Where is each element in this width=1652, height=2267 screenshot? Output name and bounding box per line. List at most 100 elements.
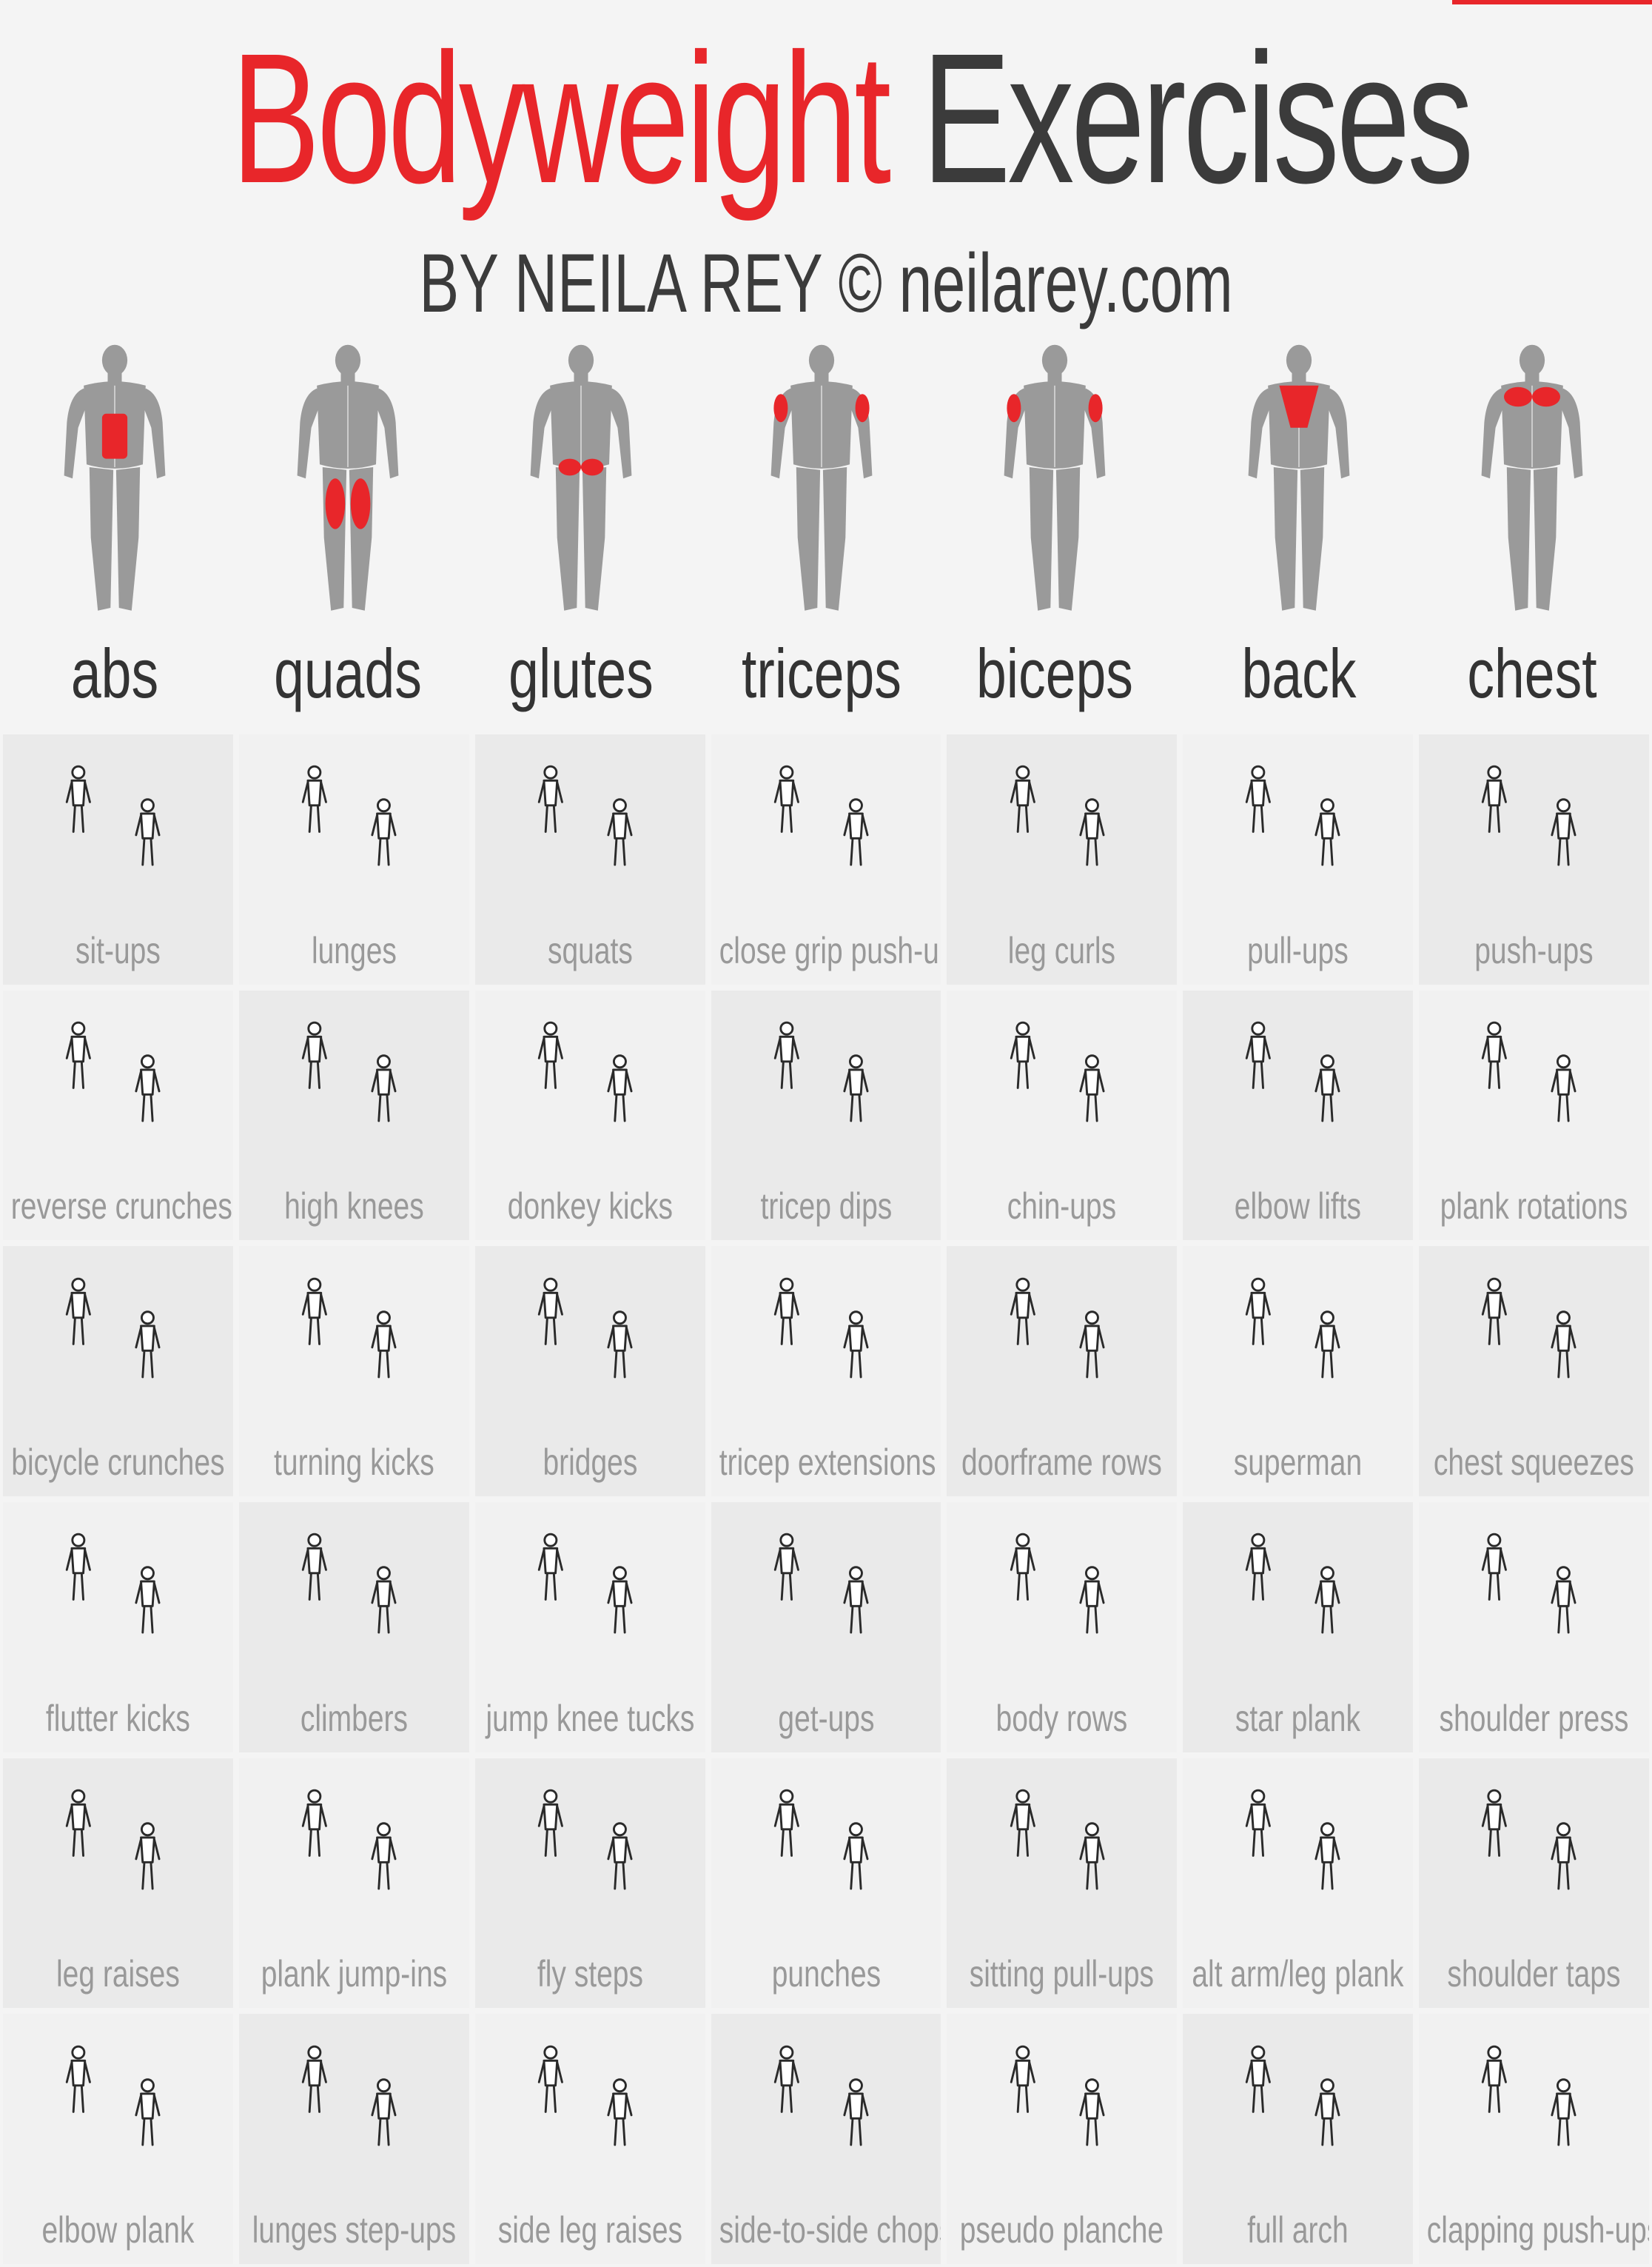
- exercise-tile: jump knee tucks: [474, 1502, 705, 1752]
- exercise-tile: high knees: [238, 990, 469, 1241]
- exercise-illustration-icon: [1010, 2045, 1104, 2146]
- exercise-label: sit-ups: [75, 929, 161, 971]
- exercise-tile: bridges: [474, 1246, 705, 1496]
- exercise-tile: lunges: [238, 734, 469, 985]
- exercise-illustration-icon: [537, 2045, 633, 2146]
- muscle-group-row: abs quads glutes triceps biceps back chest: [0, 341, 1652, 718]
- top-accent-bar: [1452, 0, 1652, 4]
- exercise-tile: shoulder taps: [1419, 1758, 1649, 2009]
- exercise-tile: leg raises: [3, 1758, 233, 2009]
- body-diagram-icon: [770, 344, 873, 611]
- muscle-label: triceps: [742, 634, 901, 712]
- exercise-illustration-icon: [537, 765, 633, 866]
- exercise-label: leg curls: [1008, 929, 1116, 971]
- page-title: Bodyweight Exercises: [231, 15, 1474, 222]
- exercise-label: punches: [771, 1953, 881, 1995]
- exercise-tile: sitting pull-ups: [947, 1758, 1178, 2009]
- exercise-tile: tricep extensions: [711, 1246, 941, 1496]
- exercise-illustration-icon: [1246, 1533, 1340, 1634]
- exercise-illustration-icon: [65, 1021, 161, 1122]
- exercise-tile: shoulder press: [1419, 1502, 1649, 1752]
- exercise-label: climbers: [300, 1697, 408, 1739]
- muscle-label: glutes: [508, 634, 654, 712]
- exercise-tile: plank jump-ins: [238, 1758, 469, 2009]
- exercise-tile: push-ups: [1419, 734, 1649, 985]
- exercise-label: high knees: [283, 1185, 424, 1228]
- exercise-illustration-icon: [301, 2045, 397, 2146]
- exercise-illustration-icon: [301, 1021, 397, 1122]
- exercise-label: pseudo planche: [960, 2209, 1164, 2251]
- exercise-label: turning kicks: [273, 1441, 434, 1483]
- body-diagram-icon: [1004, 344, 1106, 611]
- exercise-label: side leg raises: [497, 2209, 682, 2251]
- exercise-illustration-icon: [1010, 1277, 1104, 1379]
- exercise-label: fly steps: [537, 1953, 643, 1995]
- exercise-tile: side-to-side chops: [711, 2014, 941, 2264]
- exercise-tile: reverse crunches: [3, 990, 233, 1241]
- exercise-label: star plank: [1235, 1697, 1361, 1739]
- exercise-illustration-icon: [537, 1021, 633, 1122]
- muscle-group-back: back: [1195, 341, 1403, 718]
- exercise-label: chest squeezes: [1434, 1441, 1635, 1483]
- title-part-red: Bodyweight: [231, 15, 891, 221]
- exercise-label: leg raises: [56, 1953, 180, 1995]
- exercise-illustration-icon: [65, 765, 161, 866]
- exercise-illustration-icon: [65, 2045, 161, 2146]
- exercise-illustration-icon: [773, 1533, 869, 1634]
- exercise-label: flutter kicks: [45, 1697, 190, 1739]
- exercise-tile: plank rotations: [1419, 990, 1649, 1241]
- exercise-tile: climbers: [238, 1502, 469, 1752]
- exercise-illustration-icon: [773, 1021, 869, 1122]
- exercise-label: sitting pull-ups: [970, 1953, 1155, 1995]
- exercise-illustration-icon: [301, 1789, 397, 1890]
- exercise-label: plank jump-ins: [261, 1953, 447, 1995]
- muscle-label: abs: [70, 634, 159, 712]
- exercise-label: elbow lifts: [1235, 1185, 1362, 1228]
- exercise-tile: sit-ups: [3, 734, 233, 985]
- exercise-tile: elbow lifts: [1183, 990, 1414, 1241]
- exercise-tile: flutter kicks: [3, 1502, 233, 1752]
- body-diagram-icon: [64, 344, 166, 611]
- muscle-group-quads: quads: [244, 341, 451, 718]
- exercise-illustration-icon: [1246, 765, 1340, 866]
- body-diagram-icon: [297, 344, 399, 611]
- exercise-label: shoulder press: [1439, 1697, 1629, 1739]
- exercise-label: tricep dips: [760, 1185, 892, 1228]
- exercise-tile: chest squeezes: [1419, 1246, 1649, 1496]
- exercise-label: push-ups: [1474, 929, 1594, 971]
- exercise-tile: elbow plank: [3, 2014, 233, 2264]
- exercise-tile: turning kicks: [238, 1246, 469, 1496]
- exercise-illustration-icon: [773, 2045, 869, 2146]
- exercise-label: lunges: [311, 929, 397, 971]
- exercise-illustration-icon: [537, 1277, 633, 1379]
- exercise-label: chin-ups: [1007, 1185, 1117, 1228]
- body-diagram-icon: [530, 344, 632, 611]
- exercise-illustration-icon: [1010, 1021, 1104, 1122]
- exercise-illustration-icon: [1246, 1789, 1340, 1890]
- exercise-illustration-icon: [1010, 765, 1104, 866]
- exercise-label: side-to-side chops: [719, 2209, 941, 2251]
- exercise-tile: punches: [711, 1758, 941, 2009]
- exercise-tile: close grip push-ups: [711, 734, 941, 985]
- exercise-label: tricep extensions: [719, 1441, 936, 1483]
- exercise-tile: tricep dips: [711, 990, 941, 1241]
- exercise-tile: body rows: [947, 1502, 1178, 1752]
- exercise-label: donkey kicks: [507, 1185, 673, 1228]
- exercise-tile: pull-ups: [1183, 734, 1414, 985]
- exercise-tile: lunges step-ups: [238, 2014, 469, 2264]
- muscle-label: back: [1241, 634, 1357, 712]
- exercise-illustration-icon: [301, 1277, 397, 1379]
- exercise-label: alt arm/leg plank: [1192, 1953, 1404, 1995]
- exercise-illustration-icon: [301, 1533, 397, 1634]
- exercise-illustration-icon: [537, 1533, 633, 1634]
- exercise-illustration-icon: [1246, 1021, 1340, 1122]
- exercise-illustration-icon: [301, 765, 397, 866]
- exercise-tile: donkey kicks: [474, 990, 705, 1241]
- exercise-illustration-icon: [65, 1789, 161, 1890]
- exercise-label: lunges step-ups: [252, 2209, 456, 2251]
- exercise-illustration-icon: [1482, 1533, 1577, 1634]
- exercise-illustration-icon: [65, 1533, 161, 1634]
- exercise-label: plank rotations: [1440, 1185, 1628, 1228]
- exercise-tile: squats: [474, 734, 705, 985]
- exercise-label: clapping push-ups: [1426, 2209, 1649, 2251]
